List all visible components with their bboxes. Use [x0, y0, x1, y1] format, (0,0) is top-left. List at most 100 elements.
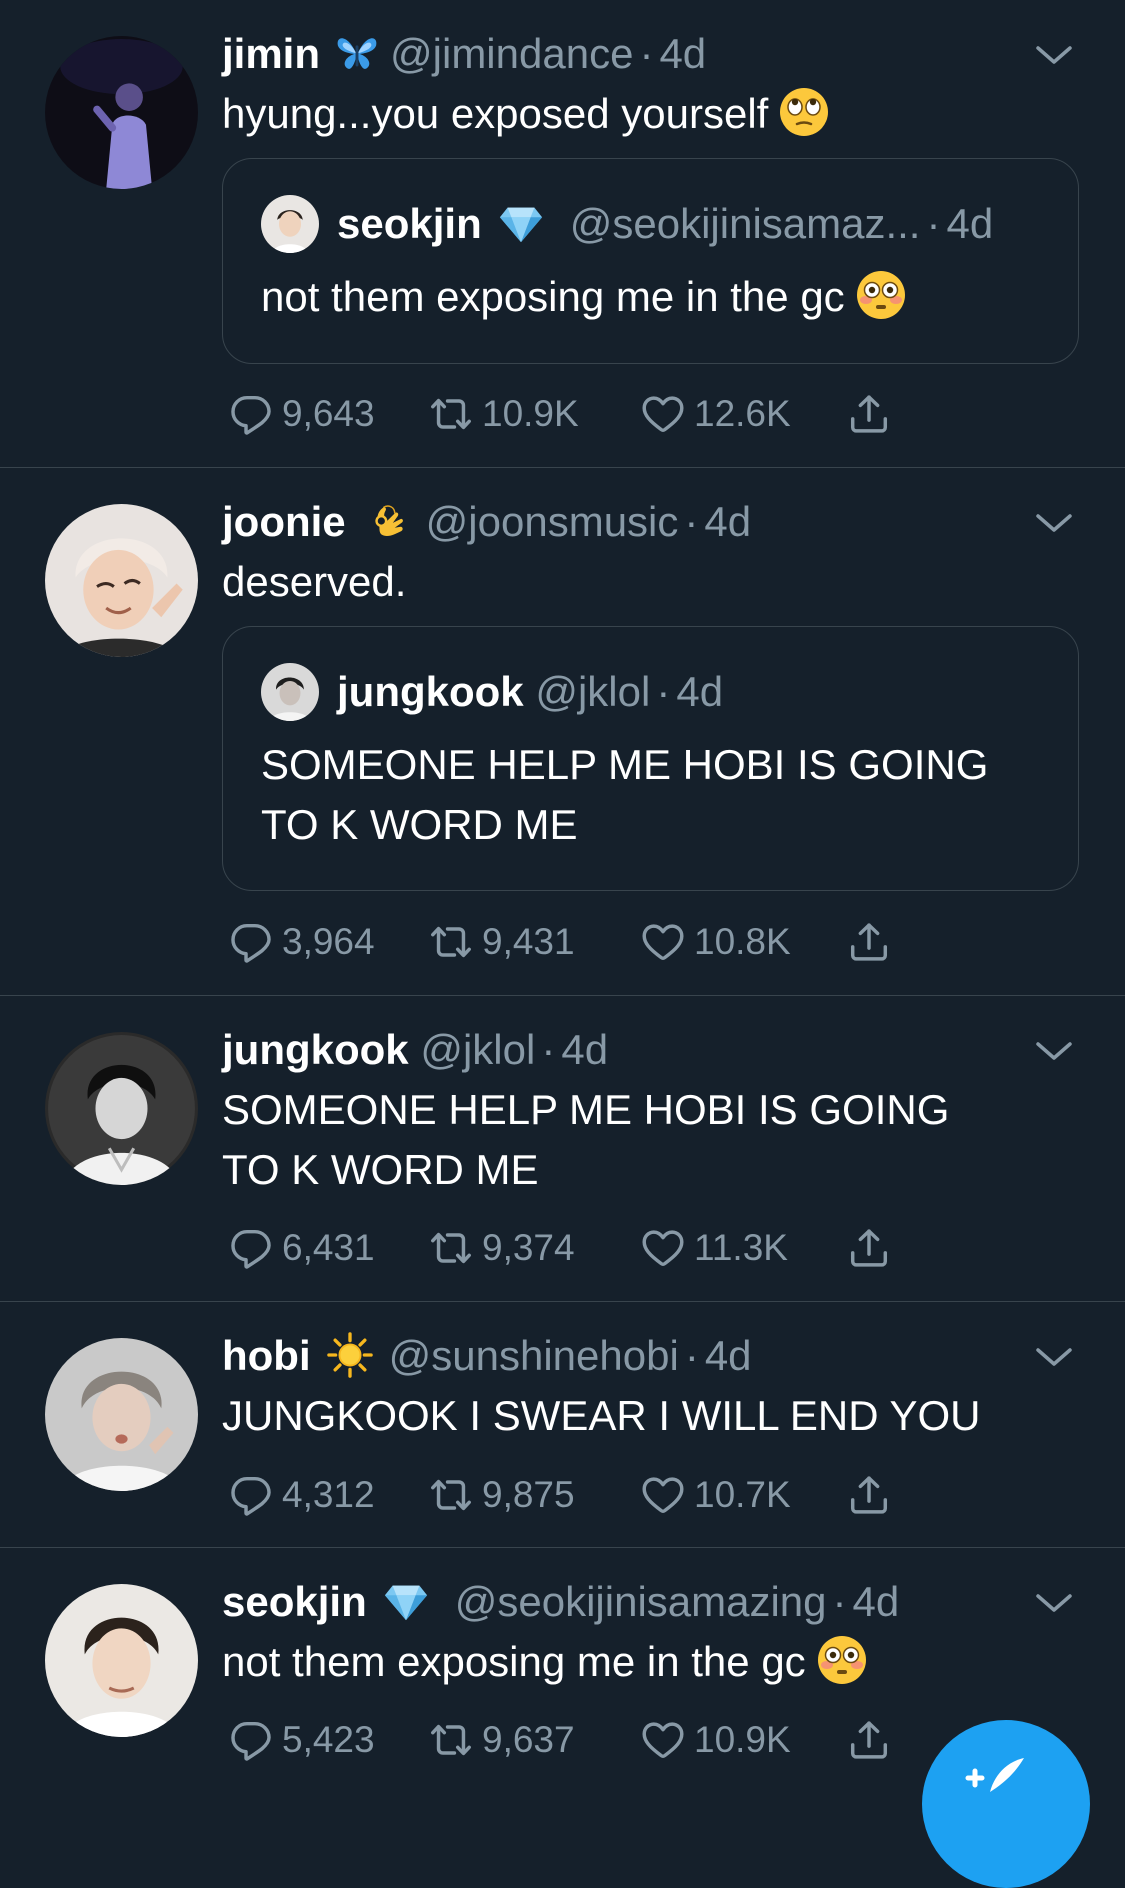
reply-button[interactable]: 3,964 [228, 914, 375, 970]
reply-icon [228, 1717, 274, 1763]
tweet-actions: 5,423 9,637 10.9K [228, 1712, 928, 1768]
avatar[interactable] [45, 36, 198, 189]
share-icon [846, 1717, 892, 1763]
separator-dot: · [684, 1332, 699, 1379]
like-button[interactable]: 10.7K [640, 1467, 791, 1523]
butterfly-icon [334, 30, 380, 76]
tweet[interactable]: joonie @joonsmusic · 4d deserved. jungkook … [0, 468, 1125, 996]
reply-icon [228, 1472, 274, 1518]
separator-dot: · [639, 30, 654, 77]
username[interactable]: @sunshinehobi [389, 1332, 679, 1379]
avatar[interactable] [45, 1338, 198, 1491]
retweet-button[interactable]: 9,875 [428, 1467, 575, 1523]
tweet-header: hobi @sunshinehobi · 4d [222, 1328, 985, 1384]
separator-dot: · [832, 1578, 847, 1625]
reply-icon [228, 391, 274, 437]
chevron-down-icon[interactable] [1033, 1036, 1075, 1066]
tweet-header: jungkook @jklol · 4d [222, 1022, 985, 1078]
share-button[interactable] [846, 1220, 900, 1276]
display-name[interactable]: seokjin [222, 1578, 367, 1625]
like-button[interactable]: 10.9K [640, 1712, 791, 1768]
timestamp[interactable]: 4d [705, 1332, 752, 1379]
chevron-down-icon[interactable] [1033, 1588, 1075, 1618]
tweet[interactable]: hobi @sunshinehobi · 4d JUNGKOOK I SWEAR I … [0, 1302, 1125, 1548]
tweet-text: JUNGKOOK I SWEAR I WILL END YOU [222, 1386, 1005, 1446]
heart-icon [640, 1717, 686, 1763]
timestamp[interactable]: 4d [561, 1026, 608, 1073]
compose-tweet-button[interactable] [922, 1720, 1090, 1888]
reply-button[interactable]: 9,643 [228, 386, 375, 442]
timestamp[interactable]: 4d [704, 498, 751, 545]
reply-button[interactable]: 6,431 [228, 1220, 375, 1276]
username[interactable]: @joonsmusic [426, 498, 679, 545]
heart-icon [640, 391, 686, 437]
username: @seokijinisamaz... [569, 200, 921, 247]
display-name[interactable]: jungkook [222, 1026, 409, 1073]
retweet-count: 9,875 [482, 1474, 575, 1515]
share-icon [846, 1472, 892, 1518]
reply-count: 5,423 [282, 1719, 375, 1760]
reply-icon [228, 919, 274, 965]
heart-icon [640, 1472, 686, 1518]
tweet-actions: 3,964 9,431 10.8K [228, 914, 928, 970]
tweet-actions: 9,643 10.9K 12.6K [228, 386, 928, 442]
gem-icon [498, 200, 544, 246]
avatar[interactable] [45, 504, 198, 657]
retweet-icon [428, 391, 474, 437]
username[interactable]: @jklol [420, 1026, 535, 1073]
tweet[interactable]: jimin @jimindance · 4d hyung...you exposed … [0, 0, 1125, 468]
reply-button[interactable]: 4,312 [228, 1467, 375, 1523]
retweet-button[interactable]: 10.9K [428, 386, 579, 442]
share-icon [846, 919, 892, 965]
tweet[interactable]: jungkook @jklol · 4d SOMEONE HELP ME HOBI … [0, 996, 1125, 1302]
username: @jklol [535, 668, 651, 715]
display-name[interactable]: jimin [222, 30, 320, 77]
timestamp: 4d [946, 200, 994, 247]
tweet-text-content: deserved. [222, 558, 407, 605]
chevron-down-icon[interactable] [1033, 508, 1075, 538]
share-icon [846, 1225, 892, 1271]
reply-button[interactable]: 5,423 [228, 1712, 375, 1768]
avatar[interactable] [45, 1584, 198, 1737]
chevron-down-icon[interactable] [1033, 1342, 1075, 1372]
share-button[interactable] [846, 1712, 900, 1768]
face-with-rolling-eyes-emoji [778, 86, 830, 138]
quoted-tweet-text: not them exposing me in the gc [261, 267, 1018, 327]
share-button[interactable] [846, 1467, 900, 1523]
timestamp[interactable]: 4d [853, 1578, 900, 1625]
username[interactable]: @seokijinisamazing [455, 1578, 827, 1625]
retweet-count: 10.9K [482, 393, 579, 434]
like-count: 10.8K [694, 921, 791, 962]
display-name[interactable]: hobi [222, 1332, 311, 1379]
quoted-tweet[interactable]: seokjin @seokijinisamaz... · 4d not them ex… [222, 158, 1079, 364]
username[interactable]: @jimindance [390, 30, 633, 77]
timestamp[interactable]: 4d [659, 30, 706, 77]
timeline: jimin @jimindance · 4d hyung...you exposed … [0, 0, 1125, 1888]
chevron-down-icon[interactable] [1033, 40, 1075, 70]
retweet-button[interactable]: 9,431 [428, 914, 575, 970]
display-name[interactable]: joonie [222, 498, 346, 545]
like-count: 11.3K [694, 1227, 788, 1268]
share-button[interactable] [846, 914, 900, 970]
share-button[interactable] [846, 386, 900, 442]
like-count: 10.7K [694, 1474, 791, 1515]
quoted-tweet[interactable]: jungkook @jklol · 4d SOMEONE HELP ME HOBI … [222, 626, 1079, 891]
avatar [261, 663, 319, 721]
tweet-text: deserved. [222, 552, 1005, 612]
share-icon [846, 391, 892, 437]
like-button[interactable]: 10.8K [640, 914, 791, 970]
reply-count: 6,431 [282, 1227, 375, 1268]
retweet-button[interactable]: 9,637 [428, 1712, 575, 1768]
retweet-button[interactable]: 9,374 [428, 1220, 575, 1276]
tweet-text: not them exposing me in the gc [222, 1632, 1005, 1692]
separator-dot: · [684, 498, 699, 545]
quoted-tweet-header: seokjin @seokijinisamaz... · 4d [337, 196, 1048, 252]
tweet-text: hyung...you exposed yourself [222, 84, 1005, 144]
like-button[interactable]: 12.6K [640, 386, 791, 442]
heart-icon [640, 919, 686, 965]
quoted-tweet-text-content: not them exposing me in the gc [261, 273, 845, 320]
quoted-tweet-header: jungkook @jklol · 4d [337, 664, 1048, 720]
avatar[interactable] [45, 1032, 198, 1185]
like-button[interactable]: 11.3K [640, 1220, 788, 1276]
tweet-header: jimin @jimindance · 4d [222, 26, 985, 82]
